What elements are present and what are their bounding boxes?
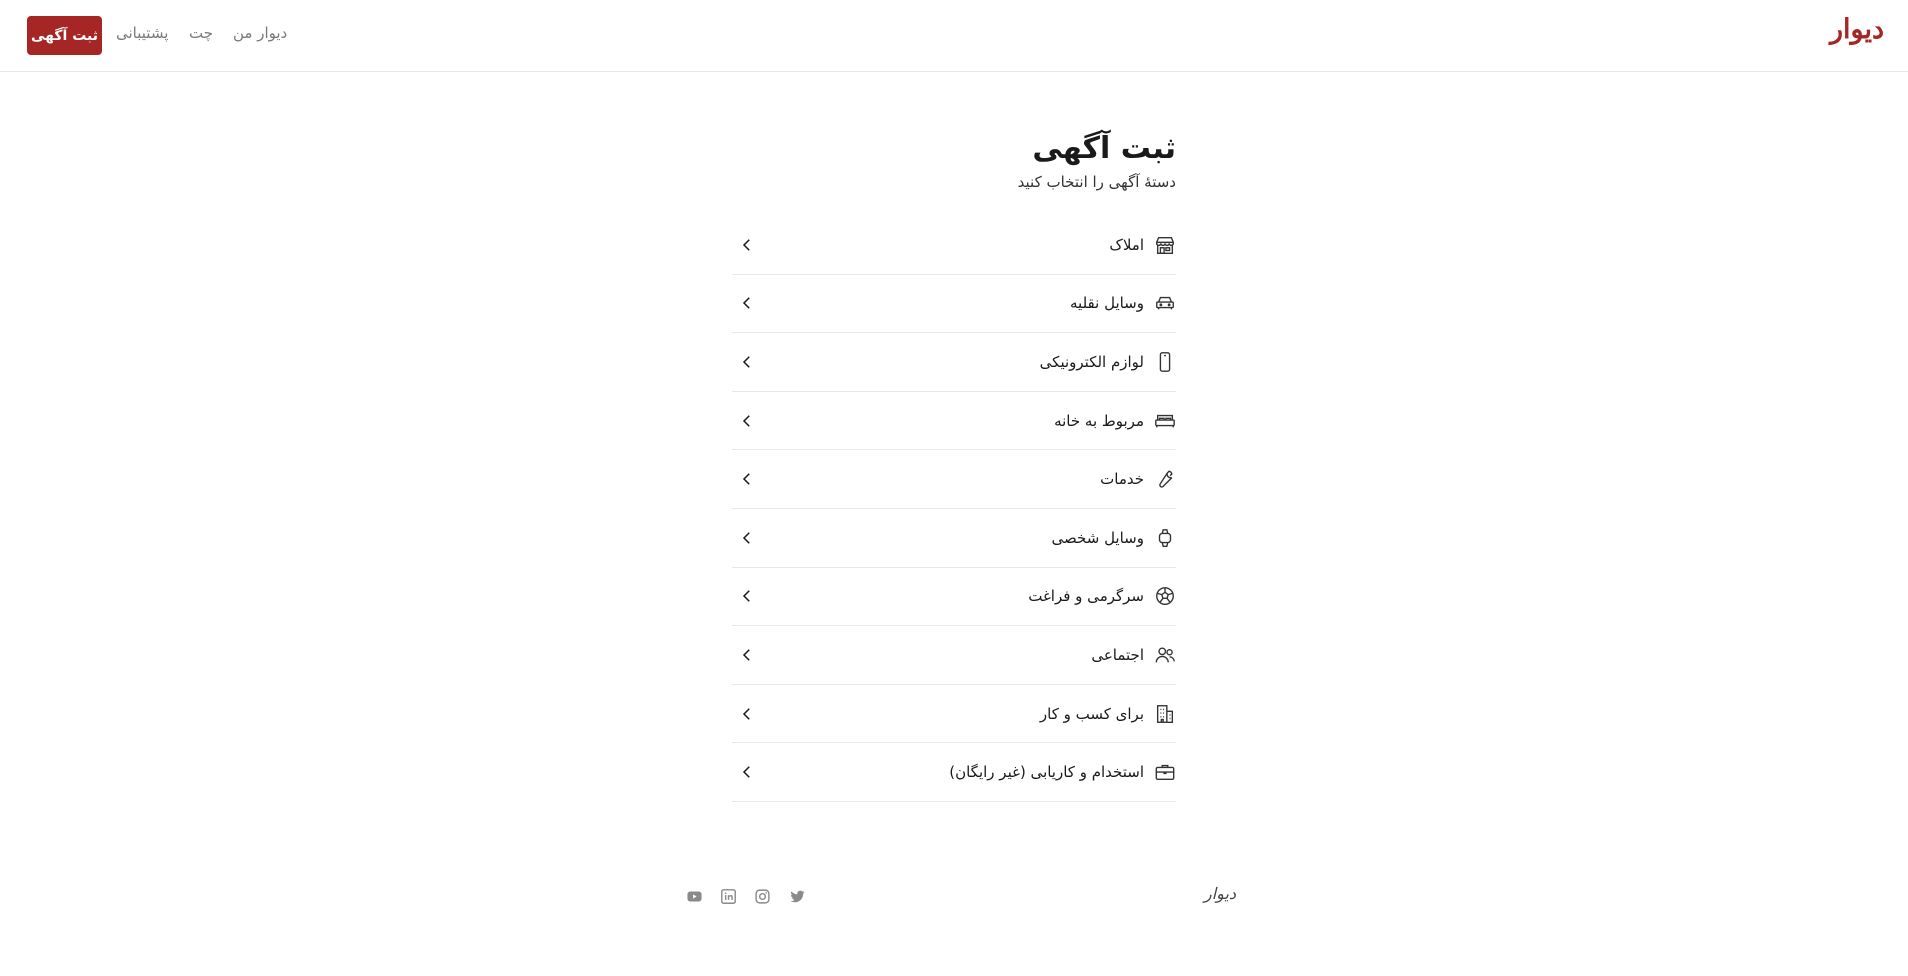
chevron-left-icon [738, 705, 756, 723]
chevron-left-icon [738, 412, 756, 430]
building-icon [1154, 703, 1176, 725]
store-icon [1154, 234, 1176, 256]
chevron-left-icon [738, 646, 756, 664]
watch-icon [1154, 527, 1176, 549]
category-item-personal[interactable]: وسایل شخصی [732, 509, 1176, 568]
divar-logo[interactable]: دیوار [1830, 14, 1885, 45]
briefcase-icon [1154, 761, 1176, 783]
youtube-icon[interactable] [685, 887, 703, 905]
chevron-left-icon [738, 763, 756, 781]
nav-my-divar[interactable]: دیوار من [233, 24, 287, 42]
twitter-icon[interactable] [788, 887, 806, 905]
category-item-leisure[interactable]: سرگرمی و فراغت [732, 568, 1176, 627]
instagram-icon[interactable] [753, 887, 771, 905]
category-item-jobs[interactable]: استخدام و کاریابی (غیر رایگان) [732, 743, 1176, 802]
ball-icon [1154, 585, 1176, 607]
category-label: وسایل شخصی [1051, 528, 1144, 547]
category-list: املاک وسایل نقلیه لوازم الکترونیکی مربوط… [732, 216, 1176, 802]
category-label: سرگرمی و فراغت [1028, 587, 1144, 606]
category-label: املاک [1109, 235, 1144, 254]
category-item-social[interactable]: اجتماعی [732, 626, 1176, 685]
category-label: برای کسب و کار [1039, 704, 1144, 723]
phone-icon [1154, 351, 1176, 373]
category-item-electronics[interactable]: لوازم الکترونیکی [732, 333, 1176, 392]
category-label: استخدام و کاریابی (غیر رایگان) [949, 763, 1144, 782]
footer-brand[interactable]: دیوار [1204, 884, 1236, 903]
category-label: وسایل نقلیه [1070, 294, 1144, 313]
page-subtitle: دستهٔ آگهی را انتخاب کنید [1017, 173, 1176, 191]
category-label: مربوط به خانه [1054, 411, 1144, 430]
page-title: ثبت آگهی [1032, 131, 1176, 166]
bed-icon [1154, 410, 1176, 432]
chevron-left-icon [738, 353, 756, 371]
category-item-business[interactable]: برای کسب و کار [732, 685, 1176, 744]
chevron-left-icon [738, 529, 756, 547]
category-label: اجتماعی [1091, 645, 1144, 664]
car-icon [1154, 292, 1176, 314]
category-item-real-estate[interactable]: املاک [732, 216, 1176, 275]
chevron-left-icon [738, 470, 756, 488]
people-icon [1154, 644, 1176, 666]
category-item-services[interactable]: خدمات [732, 450, 1176, 509]
chevron-left-icon [738, 294, 756, 312]
category-label: خدمات [1100, 470, 1144, 489]
category-label: لوازم الکترونیکی [1039, 352, 1144, 371]
linkedin-icon[interactable] [719, 887, 737, 905]
wrench-icon [1154, 468, 1176, 490]
nav-chat[interactable]: چت [189, 24, 213, 42]
chevron-left-icon [738, 236, 756, 254]
category-item-vehicles[interactable]: وسایل نقلیه [732, 275, 1176, 334]
top-header: دیوار دیوار من چت پشتیبانی ثبت آگهی [0, 0, 1908, 72]
chevron-left-icon [738, 587, 756, 605]
post-ad-button[interactable]: ثبت آگهی [27, 16, 102, 55]
post-ad-section: ثبت آگهی دستهٔ آگهی را انتخاب کنید املاک… [732, 128, 1176, 802]
nav-support[interactable]: پشتیبانی [116, 24, 168, 42]
category-item-home[interactable]: مربوط به خانه [732, 392, 1176, 451]
